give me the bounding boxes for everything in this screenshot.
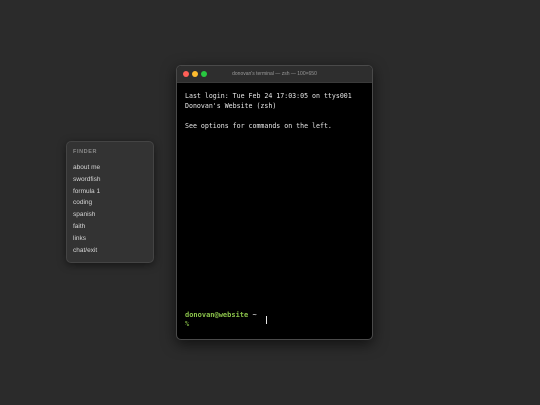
window-title: donovan's terminal — zsh — 100×650 [232,71,317,77]
prompt-dir: ~ [252,311,257,319]
finder-item-about-me[interactable]: about me [73,162,153,174]
terminal-output: Last login: Tue Feb 24 17:03:05 on ttys0… [177,83,372,131]
finder-item-faith[interactable]: faith [73,221,153,233]
instructions-line: See options for commands on the left. [185,121,332,130]
finder-panel: FINDER about me swordfish formula 1 codi… [66,141,154,263]
last-login-line: Last login: Tue Feb 24 17:03:05 on ttys0… [185,92,352,100]
prompt-user: donovan@website [185,311,249,319]
finder-item-chat-exit[interactable]: chat/exit [73,245,153,257]
finder-title: FINDER [73,149,98,155]
shell-info-line: Donovan's Website (zsh) [185,101,277,110]
finder-item-formula-1[interactable]: formula 1 [73,186,153,198]
terminal-titlebar[interactable]: donovan's terminal — zsh — 100×650 [177,66,372,83]
finder-item-links[interactable]: links [73,233,153,245]
text-cursor[interactable] [266,316,267,324]
finder-item-swordfish[interactable]: swordfish [73,174,153,186]
prompt-symbol: % [185,320,190,328]
finder-item-coding[interactable]: coding [73,197,153,209]
finder-item-spanish[interactable]: spanish [73,209,153,221]
command-prompt[interactable]: donovan@website ~ % [185,311,366,329]
terminal-window: donovan's terminal — zsh — 100×650 Last … [176,65,373,340]
